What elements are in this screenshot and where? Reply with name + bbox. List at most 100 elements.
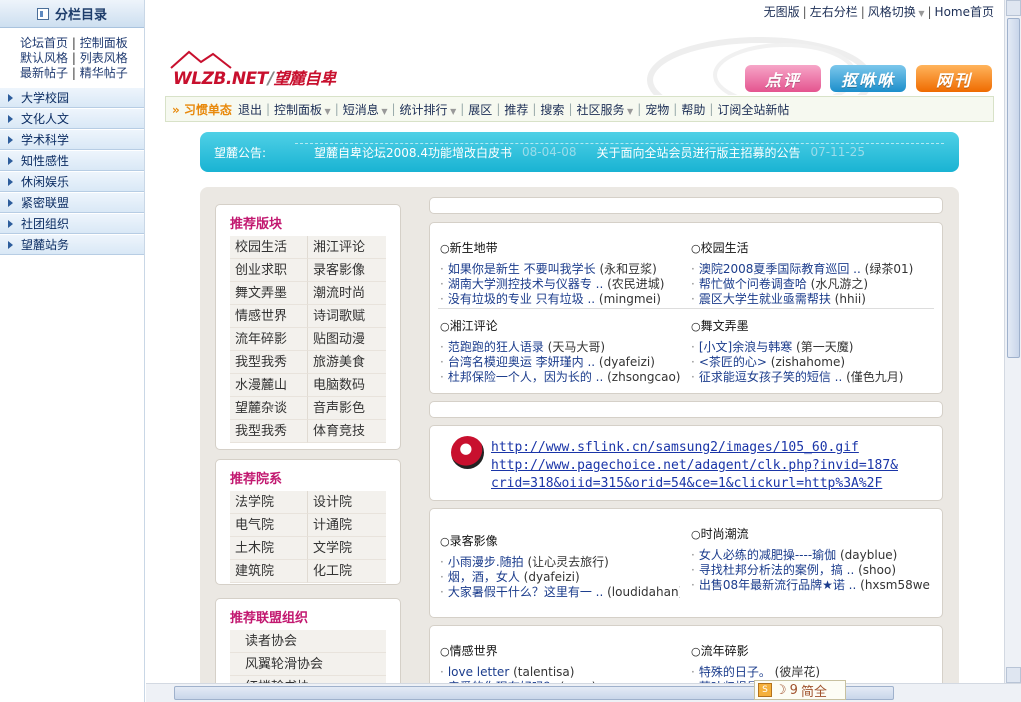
post-title-link[interactable]: 小雨漫步.随拍: [448, 555, 524, 569]
board-link[interactable]: 读者协会: [230, 630, 386, 653]
board-link[interactable]: 舞文弄墨: [230, 282, 308, 305]
ime-toolbar[interactable]: S ☽ 9 简全: [754, 680, 846, 700]
link-split-view[interactable]: 左右分栏: [810, 5, 858, 19]
post-title-link[interactable]: <茶匠的心>: [699, 355, 767, 369]
nav-search[interactable]: 搜索: [536, 101, 568, 118]
board-link[interactable]: 体育竞技: [308, 420, 386, 443]
board-link[interactable]: 诗词歌赋: [308, 305, 386, 328]
vertical-scrollbar[interactable]: [1004, 0, 1021, 683]
board-link[interactable]: 录客影像: [308, 259, 386, 282]
post-title-link[interactable]: 范跑跑的狂人语录: [448, 340, 544, 354]
board-link[interactable]: 湘江评论: [308, 236, 386, 259]
section-title[interactable]: 湘江评论: [440, 317, 680, 334]
scroll-thumb[interactable]: [1007, 18, 1020, 358]
left-item-culture[interactable]: 文化人文: [0, 108, 144, 129]
board-link[interactable]: 电脑数码: [308, 374, 386, 397]
post-title-link[interactable]: 如果你是新生 不要叫我学长: [448, 262, 596, 276]
section-title[interactable]: 流年碎影: [691, 642, 931, 659]
nav-subscribe[interactable]: 订阅全站新帖: [713, 101, 793, 118]
board-link[interactable]: 我型我秀: [230, 420, 308, 443]
link-no-image[interactable]: 无图版: [764, 5, 800, 19]
post-title-link[interactable]: 没有垃圾的专业 只有垃圾 ..: [448, 292, 595, 306]
scroll-up-arrow[interactable]: [1006, 0, 1021, 16]
section-title[interactable]: 新生地带: [440, 239, 680, 256]
board-link[interactable]: 校园生活: [230, 236, 308, 259]
board-link[interactable]: 流年碎影: [230, 328, 308, 351]
board-link[interactable]: 计通院: [308, 514, 386, 537]
post-title-link[interactable]: 杜邦保险一个人，因为长的 ..: [448, 370, 603, 384]
board-link[interactable]: 旅游美食: [308, 351, 386, 374]
post-title-link[interactable]: [小文]余浪与韩寒: [699, 340, 792, 354]
nav-username[interactable]: » 习惯单态: [172, 101, 232, 118]
post-title-link[interactable]: 寻找杜邦分析法的案例，搞 ..: [699, 563, 854, 577]
board-link[interactable]: 望麓杂谈: [230, 397, 308, 420]
section-title[interactable]: 录客影像: [440, 532, 680, 549]
post-title-link[interactable]: 澳院2008夏季国际教育巡回 ..: [699, 262, 861, 276]
nav-help[interactable]: 帮助: [677, 101, 709, 118]
board-link[interactable]: 贴图动漫: [308, 328, 386, 351]
nav-control-panel[interactable]: 控制面板 ▼: [270, 101, 335, 118]
post-title-link[interactable]: 烟，酒，女人: [448, 570, 520, 584]
post-title-link[interactable]: 湖南大学测控技术与仪器专 ..: [448, 277, 603, 291]
board-link[interactable]: 建筑院: [230, 560, 308, 583]
nav-stats[interactable]: 统计排行 ▼: [396, 101, 461, 118]
left-item-site-affairs[interactable]: 望麓站务: [0, 234, 144, 255]
magazine-button[interactable]: 网刊: [916, 65, 992, 92]
left-item-alliance[interactable]: 紧密联盟: [0, 192, 144, 213]
board-link[interactable]: 潮流时尚: [308, 282, 386, 305]
scroll-down-arrow[interactable]: [1006, 667, 1021, 683]
post-title-link[interactable]: 征求能逗女孩子笑的短信 ..: [699, 370, 842, 384]
board-link[interactable]: 音声影色: [308, 397, 386, 420]
link-default-style[interactable]: 默认风格: [20, 51, 68, 65]
left-item-science[interactable]: 学术科学: [0, 129, 144, 150]
notice-item[interactable]: 关于面向全站会员进行版主招募的公告: [596, 144, 800, 161]
post-title-link[interactable]: 特殊的日子。: [699, 665, 771, 679]
post-title-link[interactable]: 震区大学生就业亟需帮扶: [699, 292, 831, 306]
nav-pets[interactable]: 宠物: [641, 101, 673, 118]
section-title[interactable]: 校园生活: [691, 239, 931, 256]
ad-link[interactable]: http://www.sflink.cn/samsung2/images/105…: [491, 439, 859, 457]
board-link[interactable]: 电气院: [230, 514, 308, 537]
post-title-link[interactable]: 帮忙做个问卷调查哈: [699, 277, 807, 291]
board-link[interactable]: 设计院: [308, 491, 386, 514]
left-item-clubs[interactable]: 社团组织: [0, 213, 144, 234]
link-home[interactable]: Home首页: [935, 5, 994, 19]
nav-community-service[interactable]: 社区服务 ▼: [572, 101, 637, 118]
post-title-link[interactable]: 台湾名模迎奥运 李妍瑾内 ..: [448, 355, 595, 369]
nav-recommend[interactable]: 推荐: [500, 101, 532, 118]
left-item-campus[interactable]: 大学校园: [0, 87, 144, 108]
section-title[interactable]: 情感世界: [440, 642, 680, 659]
board-link[interactable]: 化工院: [308, 560, 386, 583]
board-link[interactable]: 法学院: [230, 491, 308, 514]
nav-messages[interactable]: 短消息 ▼: [339, 101, 392, 118]
nav-exhibit[interactable]: 展区: [464, 101, 496, 118]
board-link[interactable]: 红楼翰书协: [230, 676, 386, 683]
section-title[interactable]: 舞文弄墨: [691, 317, 931, 334]
board-link[interactable]: 创业求职: [230, 259, 308, 282]
board-link[interactable]: 我型我秀: [230, 351, 308, 374]
ad-link[interactable]: crid=318&oiid=315&orid=54&ce=1&clickurl=…: [491, 475, 882, 493]
board-link[interactable]: 土木院: [230, 537, 308, 560]
ad-link[interactable]: http://www.pagechoice.net/adagent/clk.ph…: [491, 457, 898, 475]
review-button[interactable]: 点评: [745, 65, 821, 92]
link-control-panel[interactable]: 控制面板: [80, 36, 128, 50]
nav-logout[interactable]: 退出: [234, 101, 266, 118]
post-title-link[interactable]: love letter: [448, 665, 509, 679]
link-digest-posts[interactable]: 精华帖子: [80, 66, 128, 80]
board-link[interactable]: 风翼轮滑协会: [230, 653, 386, 676]
left-item-sensibility[interactable]: 知性感性: [0, 150, 144, 171]
section-title[interactable]: 时尚潮流: [691, 525, 931, 542]
left-item-leisure[interactable]: 休闲娱乐: [0, 171, 144, 192]
link-list-style[interactable]: 列表风格: [80, 51, 128, 65]
site-logo[interactable]: WLZB.NET/望麓自卑: [169, 48, 349, 89]
chat-button[interactable]: 抠咻咻: [830, 65, 906, 92]
board-link[interactable]: 情感世界: [230, 305, 308, 328]
board-link[interactable]: 水漫麓山: [230, 374, 308, 397]
post-title-link[interactable]: 大家暑假干什么？这里有一 ..: [448, 585, 603, 599]
post-title-link[interactable]: 女人必练的减肥操----瑜伽: [699, 548, 836, 562]
notice-item[interactable]: 望麓自卑论坛2008.4功能增改白皮书: [314, 144, 512, 161]
horizontal-scrollbar[interactable]: [146, 683, 1021, 702]
link-style-switch[interactable]: 风格切换: [868, 5, 916, 19]
post-title-link[interactable]: 出售08年最新流行品牌★诺 ..: [699, 578, 856, 592]
board-link[interactable]: 文学院: [308, 537, 386, 560]
